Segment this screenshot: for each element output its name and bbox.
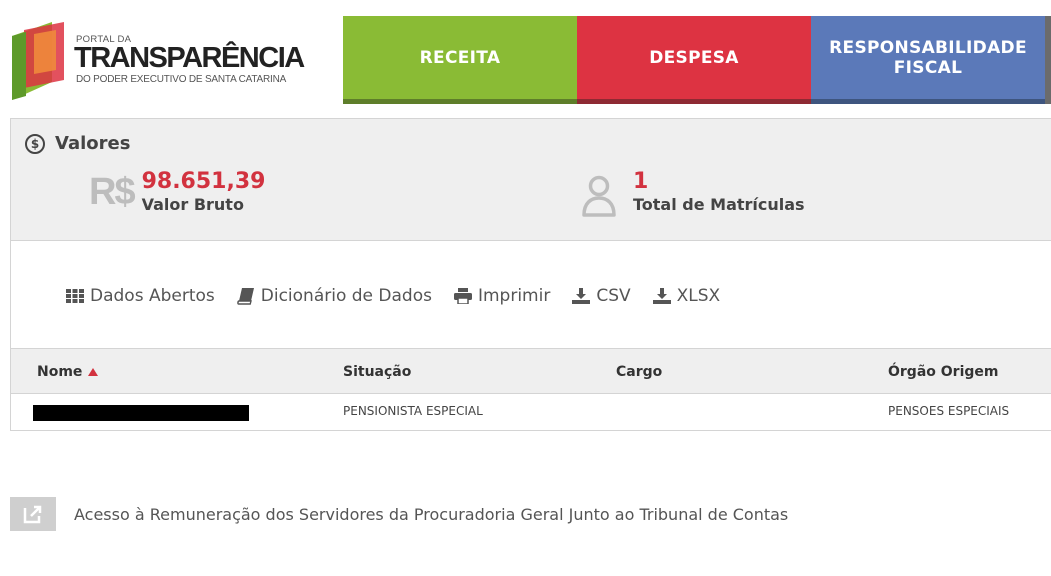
book-icon <box>236 288 254 305</box>
export-toolbar: Dados Abertos Dicionário de Dados Imprim… <box>66 286 720 306</box>
logo-line2: TRANSPARÊNCIA <box>74 42 305 74</box>
portal-logo[interactable]: PORTAL DA TRANSPARÊNCIA DO PODER EXECUTI… <box>12 18 322 100</box>
valores-header: $ Valores <box>25 133 130 154</box>
column-header-situacao[interactable]: Situação <box>343 364 411 380</box>
column-header-orgao-origem[interactable]: Órgão Origem <box>888 364 998 380</box>
valores-panel: $ Valores R$ 98.651,39 Valor Bruto 1 Tot… <box>10 118 1051 241</box>
grid-icon <box>66 289 84 303</box>
procuradoria-link-text: Acesso à Remuneração dos Servidores da P… <box>74 504 789 524</box>
tab-receita[interactable]: RECEITA <box>343 16 577 104</box>
total-matriculas-value: 1 <box>633 169 649 194</box>
download-icon <box>572 288 591 304</box>
user-icon <box>582 175 616 217</box>
csv-label: CSV <box>596 286 631 306</box>
procuradoria-remuneracao-link[interactable]: Acesso à Remuneração dos Servidores da P… <box>10 497 788 531</box>
tab-edge <box>1045 16 1051 104</box>
dados-abertos-button[interactable]: Dados Abertos <box>66 286 215 306</box>
sort-asc-icon <box>88 368 99 376</box>
column-header-nome[interactable]: Nome <box>37 364 99 380</box>
external-link-icon <box>10 497 56 531</box>
imprimir-label: Imprimir <box>477 286 551 306</box>
xlsx-download-button[interactable]: XLSX <box>652 286 721 306</box>
logo-line3: DO PODER EXECUTIVO DE SANTA CATARINA <box>76 74 287 85</box>
cell-situacao: PENSIONISTA ESPECIAL <box>343 404 483 418</box>
valor-bruto-label: Valor Bruto <box>141 195 244 214</box>
dicionario-dados-button[interactable]: Dicionário de Dados <box>236 286 432 306</box>
download-icon <box>652 288 671 304</box>
stat-valor-bruto: R$ 98.651,39 Valor Bruto <box>89 169 265 215</box>
print-icon <box>453 288 472 304</box>
cell-orgao-origem: PENSOES ESPECIAIS <box>888 404 1010 418</box>
dollar-circle-icon: $ <box>25 133 45 154</box>
imprimir-button[interactable]: Imprimir <box>453 286 551 306</box>
total-matriculas-label: Total de Matrículas <box>633 195 805 214</box>
site-header: PORTAL DA TRANSPARÊNCIA DO PODER EXECUTI… <box>0 0 1051 105</box>
valor-bruto-value: 98.651,39 <box>141 169 266 194</box>
table-row[interactable]: PENSIONISTA ESPECIAL PENSOES ESPECIAIS <box>11 394 1051 430</box>
tab-responsabilidade-fiscal[interactable]: RESPONSABILIDADE FISCAL <box>811 16 1045 104</box>
redacted-name <box>33 405 249 421</box>
stat-total-matriculas: 1 Total de Matrículas <box>581 169 805 217</box>
currency-icon: R$ <box>89 171 136 213</box>
table-header: Nome Situação Cargo Órgão Origem <box>11 349 1051 394</box>
logo-mark-icon <box>12 22 64 100</box>
csv-download-button[interactable]: CSV <box>572 286 631 306</box>
dados-abertos-label: Dados Abertos <box>90 286 215 306</box>
xlsx-label: XLSX <box>676 286 721 306</box>
tab-despesa[interactable]: DESPESA <box>577 16 811 104</box>
export-toolbar-box: Dados Abertos Dicionário de Dados Imprim… <box>10 241 1051 348</box>
dicionario-dados-label: Dicionário de Dados <box>260 286 432 306</box>
servidores-table: Nome Situação Cargo Órgão Origem PENSION… <box>10 348 1051 431</box>
column-header-cargo[interactable]: Cargo <box>616 364 662 380</box>
valores-title: Valores <box>55 133 131 154</box>
